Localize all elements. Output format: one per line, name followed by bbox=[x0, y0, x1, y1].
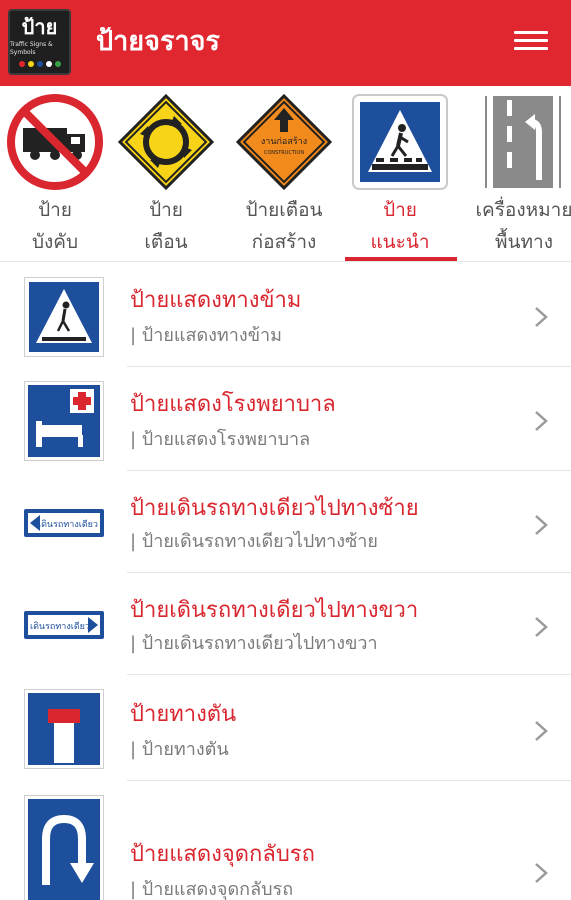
item-title: ป้ายทางตัน bbox=[130, 702, 237, 727]
item-title: ป้ายเดินรถทางเดียวไปทางขวา bbox=[130, 598, 419, 623]
hamburger-menu-icon[interactable] bbox=[511, 26, 551, 60]
roundabout-warning-sign-icon bbox=[117, 93, 215, 191]
u-turn-sign-icon bbox=[24, 795, 104, 900]
item-subtitle: | ป้ายเดินรถทางเดียวไปทางซ้าย bbox=[130, 531, 378, 552]
app-logo-text: ป้าย bbox=[21, 15, 58, 39]
item-title: ป้ายเดินรถทางเดียวไปทางซ้าย bbox=[130, 496, 419, 521]
one-way-sign-text: เดินรถทางเดียว bbox=[38, 519, 98, 530]
tab-label: ป้ายเตือน ก่อสร้าง bbox=[245, 199, 323, 253]
tab-warning[interactable]: ป้าย เตือน bbox=[108, 86, 224, 261]
pedestrian-crossing-icon bbox=[24, 277, 104, 357]
list-item[interactable]: ป้ายทางตัน | ป้ายทางตัน bbox=[0, 675, 571, 781]
chevron-right-icon bbox=[535, 721, 548, 741]
chevron-right-icon bbox=[535, 617, 548, 637]
tab-label: ป้าย เตือน bbox=[144, 199, 188, 253]
tab-label: เครื่องหมาย พื้นทาง bbox=[475, 199, 571, 253]
chevron-right-icon bbox=[535, 515, 548, 535]
item-subtitle: | ป้ายเดินรถทางเดียวไปทางขวา bbox=[130, 633, 378, 654]
item-subtitle: | ป้ายทางตัน bbox=[130, 739, 229, 760]
tab-guide[interactable]: ป้าย แนะนำ bbox=[342, 86, 458, 261]
one-way-right-sign-icon: เดินรถทางเดียว bbox=[24, 611, 104, 639]
tab-construction[interactable]: งานก่อสร้าง CONSTRUCTION ป้ายเตือน ก่อสร… bbox=[226, 86, 342, 261]
app-bar: ป้าย Traffic Signs & Symbols ป้ายจราจร bbox=[0, 0, 571, 86]
active-tab-indicator bbox=[345, 257, 457, 261]
list-item[interactable]: เดินรถทางเดียว ป้ายเดินรถทางเดียวไปทางขว… bbox=[0, 573, 571, 675]
pedestrian-crossing-sign-icon bbox=[352, 94, 448, 190]
tab-label: ป้าย แนะนำ bbox=[370, 199, 430, 253]
item-subtitle: | ป้ายแสดงทางข้าม bbox=[130, 325, 282, 346]
app-logo: ป้าย Traffic Signs & Symbols bbox=[8, 9, 71, 75]
item-title: ป้ายแสดงโรงพยาบาล bbox=[130, 392, 336, 417]
app-logo-subtext: Traffic Signs & Symbols bbox=[10, 41, 53, 56]
list-item[interactable]: ป้ายแสดงจุดกลับรถ | ป้ายแสดงจุดกลับรถ bbox=[0, 781, 571, 900]
tab-mandatory[interactable]: ป้าย บังคับ bbox=[0, 86, 113, 261]
list-item[interactable]: ป้ายแสดงทางข้าม | ป้ายแสดงทางข้าม bbox=[0, 263, 571, 367]
list-item[interactable]: เดินรถทางเดียว ป้ายเดินรถทางเดียวไปทางซ้… bbox=[0, 471, 571, 573]
one-way-sign-text: เดินรถทางเดียว bbox=[30, 621, 90, 632]
tab-label: ป้าย บังคับ bbox=[31, 199, 79, 253]
road-marking-sign-icon bbox=[485, 96, 561, 188]
chevron-right-icon bbox=[535, 307, 548, 327]
app-logo-dots bbox=[18, 61, 61, 67]
tab-road-marking[interactable]: เครื่องหมาย พื้นทาง bbox=[464, 86, 571, 261]
list-item[interactable]: ป้ายแสดงโรงพยาบาล | ป้ายแสดงโรงพยาบาล bbox=[0, 367, 571, 471]
construction-sign-subtext: CONSTRUCTION bbox=[264, 150, 304, 156]
chevron-right-icon bbox=[535, 411, 548, 431]
item-subtitle: | ป้ายแสดงจุดกลับรถ bbox=[130, 879, 294, 900]
hospital-sign-icon bbox=[24, 381, 104, 461]
no-trucks-sign-icon bbox=[7, 94, 103, 190]
chevron-right-icon bbox=[535, 863, 548, 883]
app-title: ป้ายจราจร bbox=[96, 26, 220, 57]
construction-sign-text: งานก่อสร้าง bbox=[261, 136, 307, 147]
construction-warning-sign-icon: งานก่อสร้าง CONSTRUCTION bbox=[235, 93, 333, 191]
item-title: ป้ายแสดงทางข้าม bbox=[130, 288, 302, 313]
category-tabs: ป้าย บังคับ ป้าย เตือน งานก่อสร้าง CONST… bbox=[0, 86, 571, 262]
dead-end-sign-icon bbox=[24, 689, 104, 769]
item-subtitle: | ป้ายแสดงโรงพยาบาล bbox=[130, 429, 311, 450]
one-way-left-sign-icon: เดินรถทางเดียว bbox=[24, 509, 104, 537]
item-title: ป้ายแสดงจุดกลับรถ bbox=[130, 842, 315, 867]
